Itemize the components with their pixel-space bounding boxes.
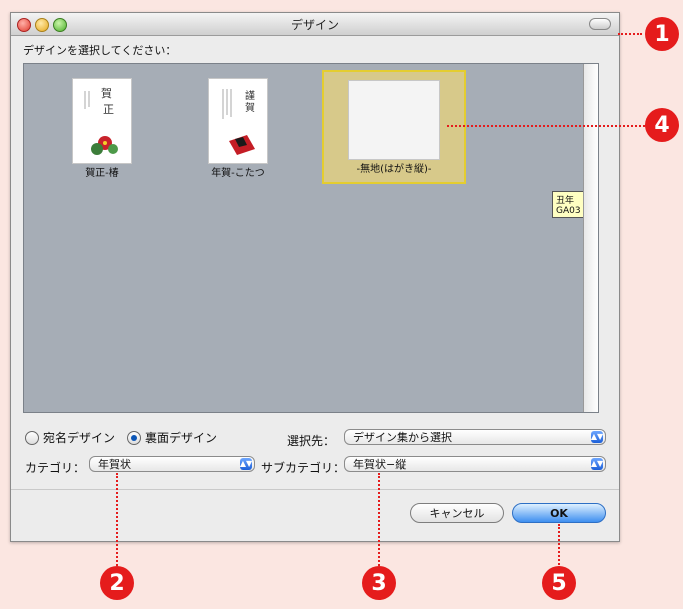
title-bar[interactable]: デザイン [11,13,619,36]
ok-button[interactable]: OK [512,503,606,523]
design-thumbnail [348,80,440,160]
select-design-prompt: デザインを選択してください： [23,44,177,57]
annotation-line-4 [447,125,645,127]
design-thumbnail: 賀 正 [72,78,132,164]
svg-text:謹: 謹 [245,89,255,102]
annotation-marker-4: 4 [645,108,679,142]
chevron-updown-icon: ▲▼ [590,458,604,470]
design-thumbnail: 謹 賀 [208,78,268,164]
annotation-marker-3: 3 [362,566,396,600]
radio-button-icon[interactable] [25,430,39,445]
radio-address-design[interactable]: 宛名デザイン [25,429,115,446]
chevron-updown-icon: ▲▼ [590,431,604,443]
window-title: デザイン [290,18,339,32]
subcategory-value: 年賀状−縦 [353,458,407,471]
annotation-marker-1: 1 [645,17,679,51]
gallery-scrollbar[interactable] [583,64,598,412]
design-type-group: 宛名デザイン 裏面デザイン [25,429,217,446]
subcategory-label: サブカテゴリ： [261,461,346,475]
design-label: 年賀-こたつ [211,168,265,179]
design-item-kotatsu[interactable]: 謹 賀 年賀-こたつ [190,70,286,180]
source-select[interactable]: デザイン集から選択 ▲▼ [344,429,606,445]
annotation-line-5 [558,524,560,569]
source-label: 選択先： [287,434,336,448]
svg-text:正: 正 [103,103,114,116]
subcategory-select[interactable]: 年賀状−縦 ▲▼ [344,456,606,472]
svg-text:賀: 賀 [101,87,112,100]
chevron-updown-icon: ▲▼ [239,458,253,470]
design-item-plain-selected[interactable]: -無地(はがき縦)- [322,70,466,184]
category-select[interactable]: 年賀状 ▲▼ [89,456,255,472]
svg-text:賀: 賀 [245,102,255,114]
annotation-line-2 [116,473,118,569]
design-gallery[interactable]: 賀 正 賀正-椿 謹 賀 年賀-こたつ -無地(はがき縦)- 丑年GA03 [23,63,599,413]
radio-back-design[interactable]: 裏面デザイン [127,429,217,446]
source-value: デザイン集から選択 [353,431,452,444]
category-label: カテゴリ： [25,461,86,475]
annotation-marker-2: 2 [100,566,134,600]
radio-button-selected-icon[interactable] [127,430,142,445]
toolbar-toggle-icon[interactable] [589,18,611,30]
divider [11,489,619,490]
cancel-button[interactable]: キャンセル [410,503,504,523]
design-window: デザイン デザインを選択してください： 賀 正 賀正-椿 謹 賀 年賀-こたつ … [10,12,620,542]
annotation-line-3 [378,473,380,569]
annotation-marker-5: 5 [542,566,576,600]
design-label: -無地(はがき縦)- [356,164,432,175]
design-item-gasho[interactable]: 賀 正 賀正-椿 [54,70,150,180]
annotation-line-1 [618,33,642,35]
design-label: 賀正-椿 [85,168,119,179]
category-value: 年賀状 [98,458,131,471]
